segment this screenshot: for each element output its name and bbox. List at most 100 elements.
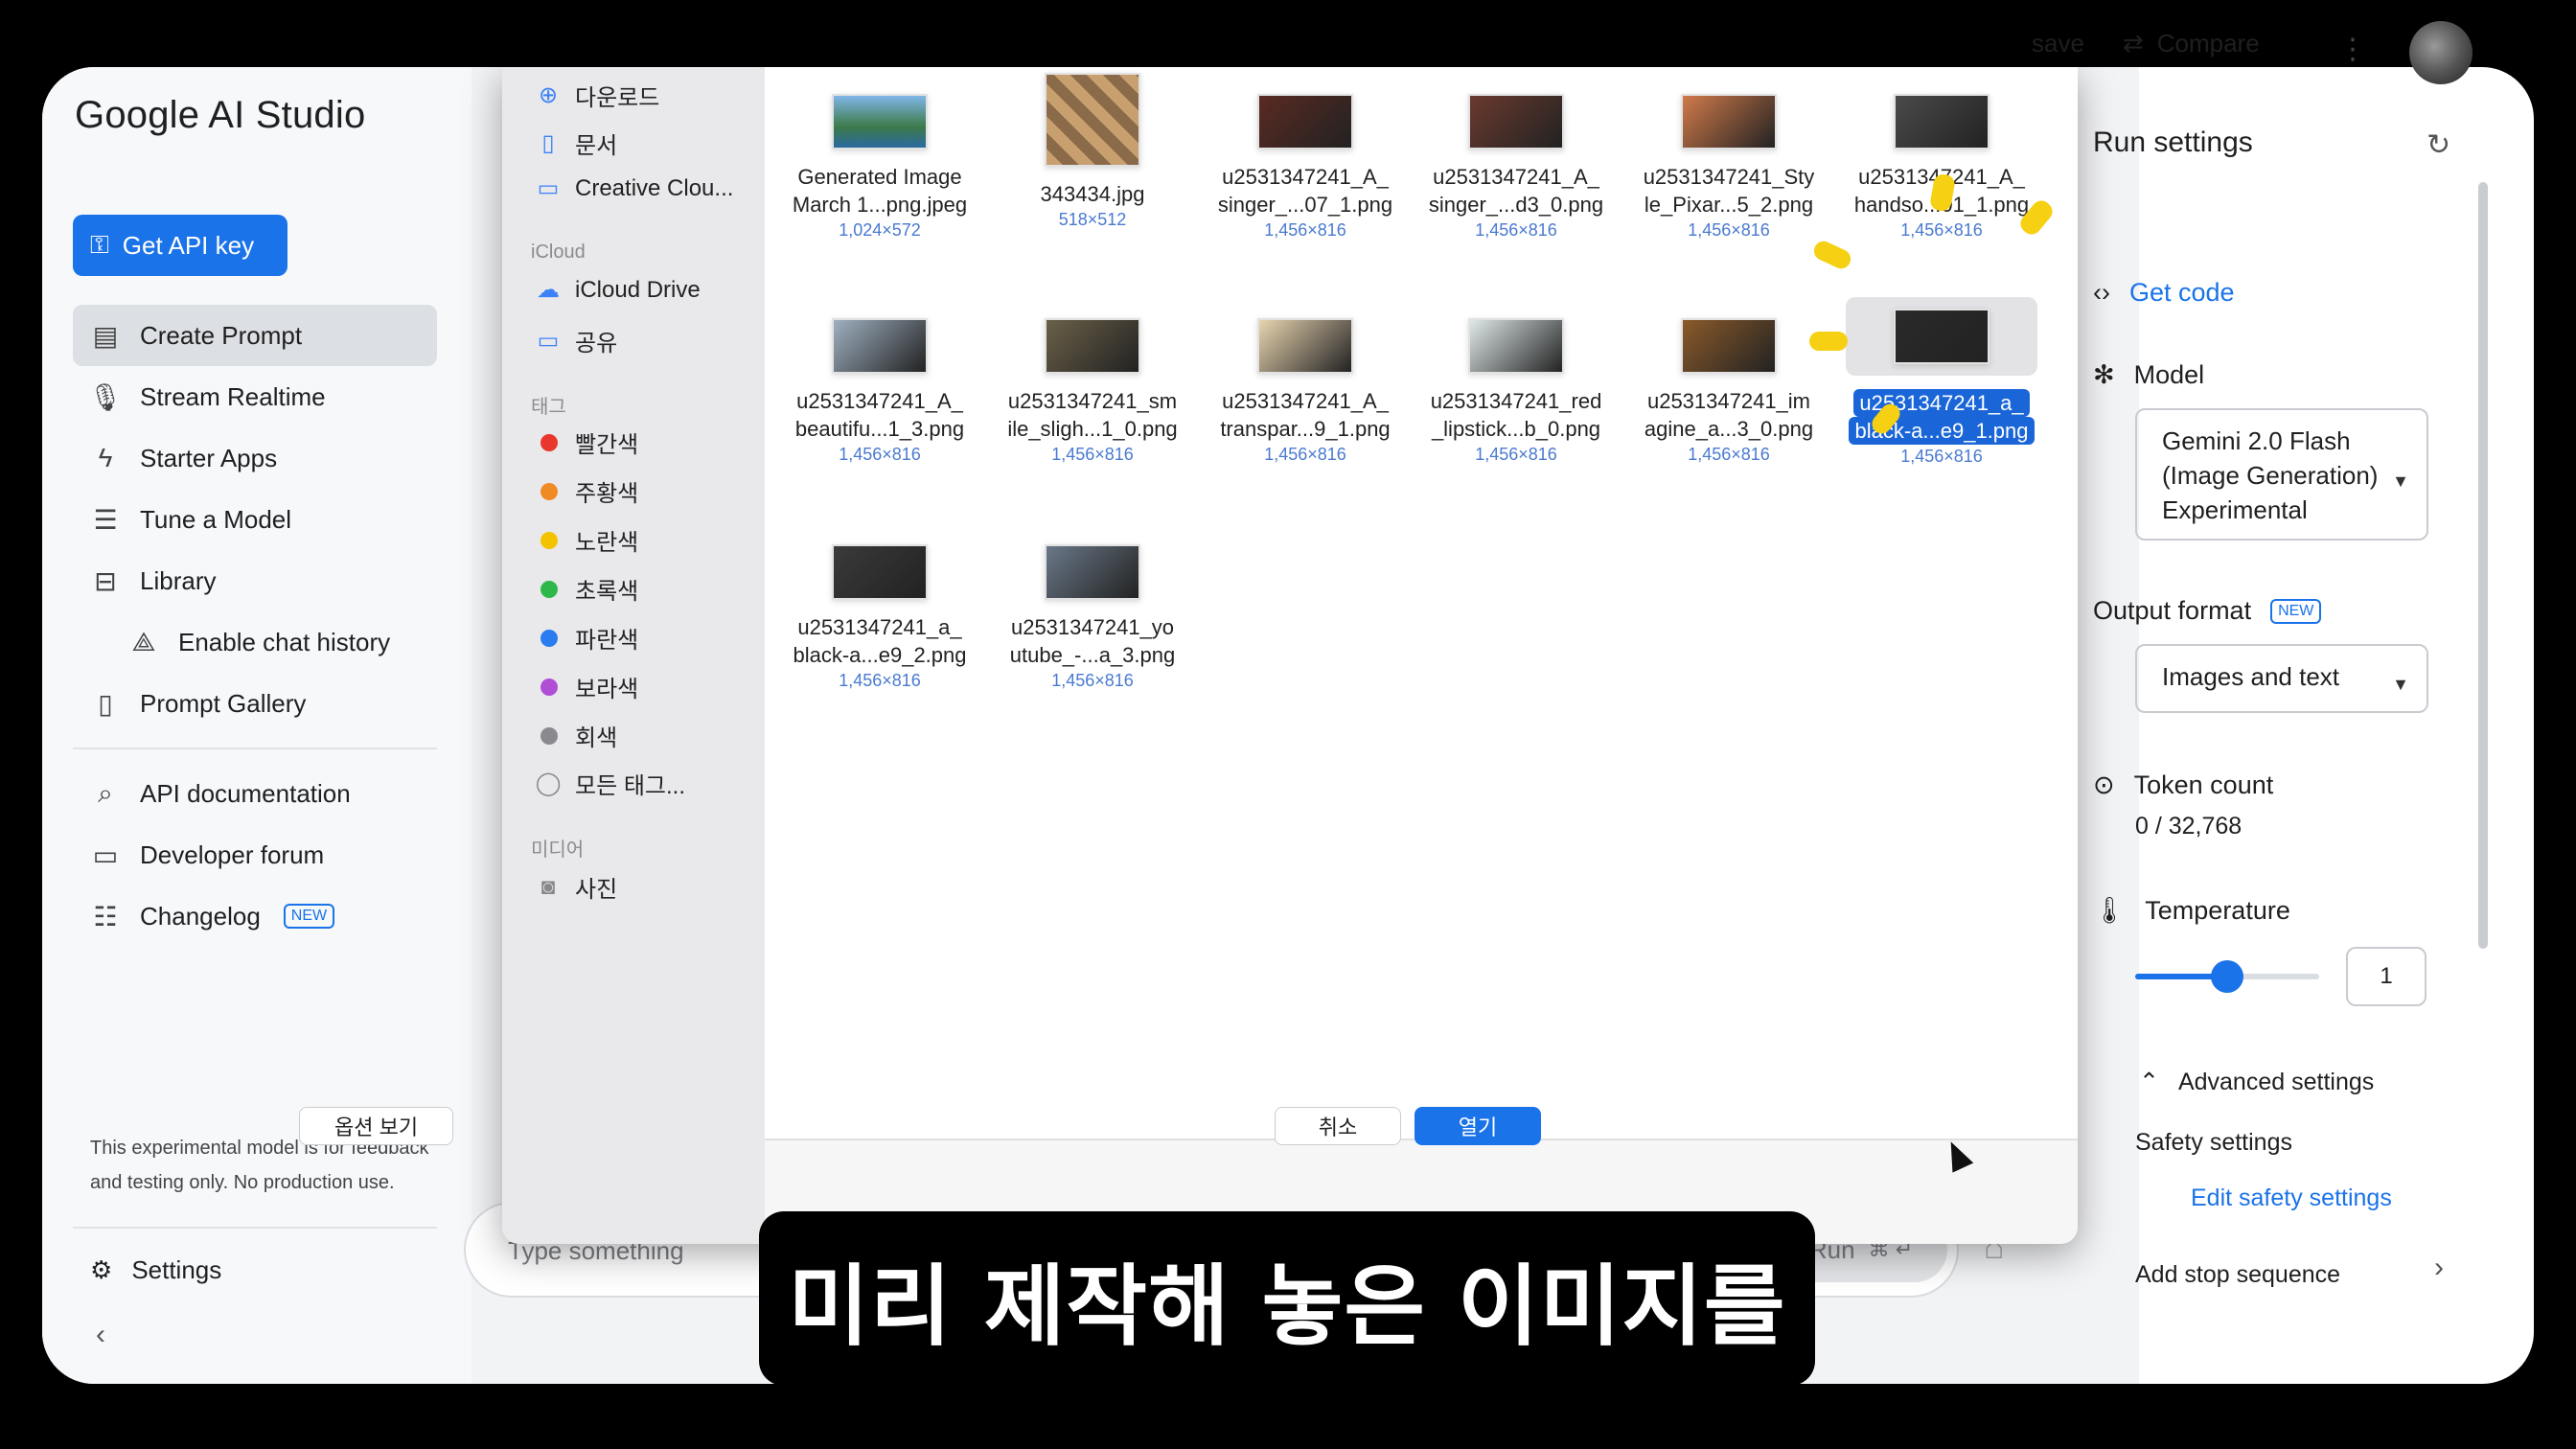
file-name: u2531347241_A_ beautifu...1_3.png	[784, 387, 976, 443]
sidebar: Google AI Studio ⚿ Get API key ▤ Create …	[42, 67, 472, 1384]
sidebar-item-label: Library	[140, 565, 217, 595]
sidebar-item-prompt-gallery[interactable]: ▯ Prompt Gallery	[73, 673, 437, 734]
file-item[interactable]: 343434.jpg 518×512	[997, 73, 1188, 230]
tag-item[interactable]: 초록색	[535, 572, 638, 606]
expand-panel-icon[interactable]: ›	[2434, 1252, 2444, 1284]
get-api-key-button[interactable]: ⚿ Get API key	[73, 215, 288, 276]
safety-settings-label: Safety settings	[2135, 1129, 2292, 1156]
file-item[interactable]: u2531347241_A_ beautifu...1_3.png 1,456×81…	[784, 297, 976, 465]
file-name-line: Generated Image	[797, 165, 962, 189]
sidebar-item-settings[interactable]: ⚙ Settings	[90, 1255, 221, 1285]
sidebar-item-create-prompt[interactable]: ▤ Create Prompt	[73, 305, 437, 366]
sidebar-item-api-documentation[interactable]: ⌕ API documentation	[73, 763, 437, 824]
token-count-section: ⊙ Token count	[2093, 770, 2273, 800]
model-select[interactable]: Gemini 2.0 Flash (Image Generation) Expe…	[2135, 408, 2428, 540]
tag-item[interactable]: 빨간색	[535, 426, 638, 459]
file-name: u2531347241_im agine_a...3_0.png	[1633, 387, 1825, 443]
file-dimensions: 1,456×816	[839, 671, 921, 690]
forum-icon: ▭	[92, 840, 119, 870]
output-format-select[interactable]: Images and text ▼	[2135, 644, 2428, 713]
file-name-line: utube_-...a_3.png	[1009, 643, 1176, 667]
edit-safety-link[interactable]: Edit safety settings	[2191, 1184, 2392, 1212]
icloud-shared[interactable]: ▭ 공유	[535, 324, 618, 357]
file-name: u2531347241_A_ singer_...d3_0.png	[1420, 163, 1612, 218]
file-thumbnail-wrapper	[997, 73, 1188, 167]
sidebar-item-tune-model[interactable]: ☰ Tune a Model	[73, 489, 437, 550]
microphone-icon: 🎙	[88, 381, 123, 412]
file-item[interactable]: Generated Image March 1...png.jpeg 1,024×5…	[784, 73, 976, 241]
file-dimensions: 1,456×816	[1264, 445, 1346, 464]
reset-icon[interactable]: ↻	[2426, 128, 2450, 162]
sidebar-item-stream-realtime[interactable]: 🎙 Stream Realtime	[73, 366, 437, 427]
chevron-down-icon: ▼	[2392, 472, 2409, 491]
sidebar-item-enable-chat-history[interactable]: ⟁ Enable chat history	[73, 611, 437, 673]
file-item[interactable]: u2531347241_a_ black-a...e9_2.png 1,456×81…	[784, 523, 976, 691]
file-dimensions: 1,456×816	[1900, 447, 1983, 466]
file-item[interactable]: u2531347241_a_ black-a...e9_1.png 1,456×81…	[1846, 297, 2037, 467]
sidebar-item-changelog[interactable]: ☷ Changelog NEW	[73, 886, 437, 947]
changelog-icon: ☷	[93, 901, 118, 932]
file-item[interactable]: u2531347241_A_ transpar...9_1.png 1,456×81…	[1209, 297, 1401, 465]
file-item[interactable]: u2531347241_sm ile_sligh...1_0.png 1,456×8…	[997, 297, 1188, 465]
slider-thumb[interactable]	[2211, 960, 2243, 993]
scrollbar[interactable]	[2478, 182, 2488, 949]
file-item[interactable]: u2531347241_yo utube_-...a_3.png 1,456×816	[997, 523, 1188, 691]
sidebar-item-library[interactable]: ⊟ Library	[73, 550, 437, 611]
more-options-icon[interactable]: ⋮	[2338, 33, 2367, 66]
file-name-line: u2531347241_Sty	[1643, 165, 1815, 189]
file-thumbnail	[1894, 309, 1990, 364]
file-thumbnail-wrapper	[1420, 94, 1612, 150]
temperature-input[interactable]: 1	[2346, 947, 2426, 1006]
tag-item[interactable]: 노란색	[535, 523, 638, 557]
file-name-line: black-a...e9_2.png	[793, 643, 967, 667]
document-search-icon: ⌕	[98, 777, 113, 808]
open-button[interactable]: 열기	[1414, 1107, 1541, 1145]
sidebar-item-label: Stream Realtime	[140, 381, 326, 411]
sidebar-item-starter-apps[interactable]: ϟ Starter Apps	[73, 427, 437, 489]
file-item[interactable]: u2531347241_red _lipstick...b_0.png 1,456×…	[1420, 297, 1612, 465]
file-dimensions: 1,024×572	[839, 220, 921, 240]
file-name-line: u2531347241_A_	[1433, 165, 1599, 189]
file-thumbnail	[1468, 94, 1564, 150]
file-thumbnail-wrapper	[1209, 94, 1401, 150]
file-thumbnail	[1257, 318, 1353, 374]
tag-item[interactable]: 주황색	[535, 474, 638, 508]
temperature-slider[interactable]	[2135, 960, 2319, 993]
favorite-downloads[interactable]: ⊕ 다운로드	[535, 79, 659, 112]
show-options-button[interactable]: 옵션 보기	[299, 1107, 454, 1145]
file-item[interactable]: u2531347241_A_handso...01_1.png1,456×816	[1846, 73, 2037, 241]
collapse-sidebar-icon[interactable]: ‹	[96, 1319, 105, 1351]
file-thumbnail-wrapper	[997, 544, 1188, 600]
icloud-label: 공유	[575, 331, 618, 356]
icloud-drive[interactable]: ☁ iCloud Drive	[535, 276, 701, 304]
favorite-creative-cloud[interactable]: ▭ Creative Clou...	[535, 174, 734, 202]
file-item[interactable]: u2531347241_im agine_a...3_0.png 1,456×816	[1633, 297, 1825, 465]
tag-item[interactable]: 회색	[535, 719, 617, 752]
file-item[interactable]: u2531347241_A_ singer_...d3_0.png 1,456×81…	[1420, 73, 1612, 241]
compare-button[interactable]: ⇄ Compare	[2123, 29, 2260, 58]
sidebar-item-developer-forum[interactable]: ▭ Developer forum	[73, 824, 437, 886]
token-count-value: 0 / 32,768	[2135, 813, 2242, 840]
sidebar-item-label: Tune a Model	[140, 504, 292, 534]
chevron-down-icon: ▼	[2392, 675, 2409, 694]
file-name-line: u2531347241_sm	[1007, 389, 1178, 413]
folder-icon: ▭	[537, 175, 560, 201]
advanced-settings-toggle[interactable]: ⌃ Advanced settings	[2139, 1068, 2374, 1096]
tag-item[interactable]: 파란색	[535, 621, 638, 655]
tag-item[interactable]: 보라색	[535, 670, 638, 703]
favorite-documents[interactable]: ▯ 문서	[535, 126, 617, 160]
media-photos[interactable]: ◙ 사진	[535, 870, 617, 904]
file-item[interactable]: u2531347241_Sty le_Pixar...5_2.png 1,456×8…	[1633, 73, 1825, 241]
file-name-line: u2531347241_yo	[1010, 615, 1175, 639]
all-tags[interactable]: ◯ 모든 태그...	[535, 767, 685, 800]
avatar[interactable]	[2409, 21, 2472, 84]
tag-color-dot-icon	[540, 726, 558, 745]
cancel-button[interactable]: 취소	[1275, 1107, 1401, 1145]
save-button[interactable]: save	[2032, 29, 2084, 58]
get-code-link[interactable]: ‹› Get code	[2093, 278, 2235, 308]
file-name: u2531347241_yo utube_-...a_3.png	[997, 613, 1188, 669]
file-thumbnail-wrapper	[1209, 318, 1401, 374]
file-item[interactable]: u2531347241_A_ singer_...07_1.png 1,456×81…	[1209, 73, 1401, 241]
annotation-mark	[1809, 332, 1848, 351]
file-dimensions: 1,456×816	[1688, 445, 1770, 464]
